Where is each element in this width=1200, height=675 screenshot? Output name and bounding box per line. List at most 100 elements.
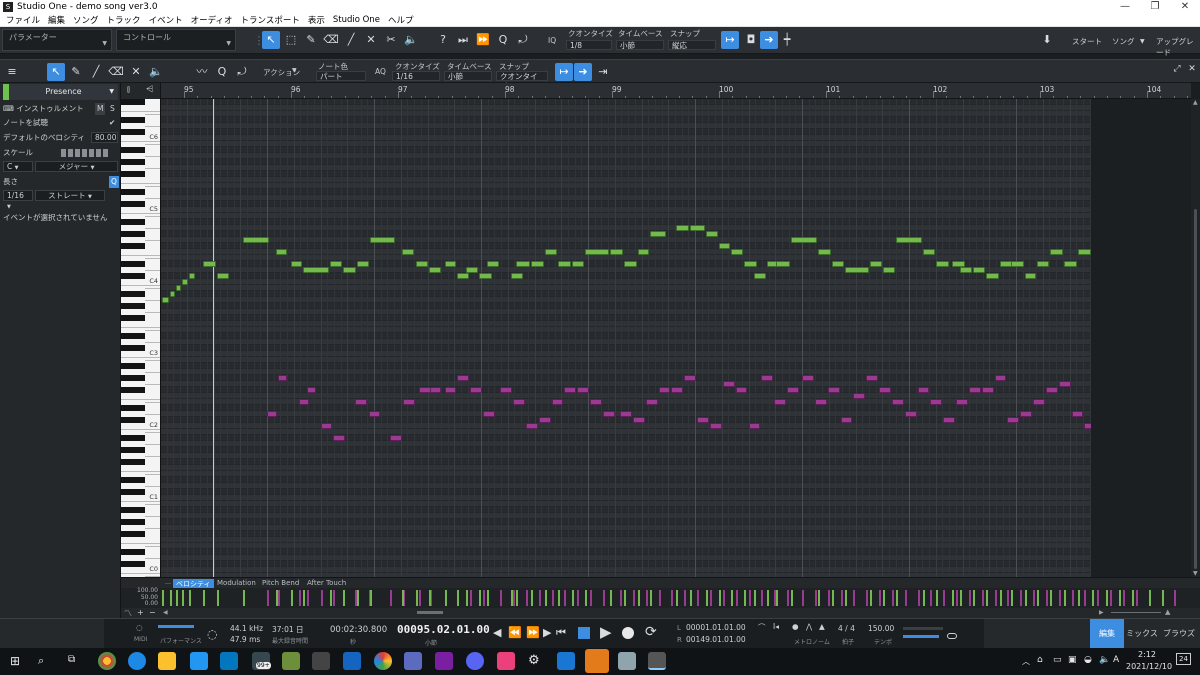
mute-tool-icon[interactable]: ✕ — [127, 63, 145, 81]
accompaniment-note[interactable] — [500, 387, 513, 393]
black-key[interactable] — [121, 363, 145, 369]
black-key[interactable] — [121, 99, 145, 105]
melody-note[interactable] — [986, 273, 999, 279]
black-key[interactable] — [121, 273, 145, 279]
velocity-bar[interactable] — [620, 590, 623, 606]
app-tile-icon[interactable] — [618, 652, 636, 670]
black-key[interactable] — [121, 447, 145, 453]
velocity-bar[interactable] — [956, 590, 959, 606]
velocity-bar[interactable] — [709, 590, 712, 606]
velocity-bar[interactable] — [1010, 590, 1013, 606]
snap-cursor-icon[interactable]: ➜ — [760, 31, 778, 49]
playhead-line[interactable] — [213, 99, 214, 577]
velocity-bar[interactable] — [1050, 590, 1053, 606]
melody-note[interactable] — [202, 261, 216, 267]
melody-note[interactable] — [330, 261, 342, 267]
black-key[interactable] — [121, 129, 145, 135]
accompaniment-note[interactable] — [891, 399, 904, 405]
melody-note[interactable] — [1037, 261, 1050, 267]
file-explorer-icon[interactable] — [158, 652, 176, 670]
output-level[interactable] — [903, 635, 939, 638]
rewind-icon[interactable]: ⏪ — [508, 626, 522, 639]
black-key[interactable] — [121, 459, 145, 465]
ime-indicator[interactable]: A — [1113, 655, 1119, 665]
accompaniment-note[interactable] — [444, 387, 457, 393]
photos-icon[interactable] — [374, 652, 392, 670]
accompaniment-note[interactable] — [590, 399, 602, 405]
accompaniment-note[interactable] — [968, 387, 981, 393]
output-toggle[interactable] — [947, 633, 957, 639]
eraser-tool-icon[interactable]: ⌫ — [107, 63, 125, 81]
previous-marker-icon[interactable]: ◀ — [493, 626, 501, 639]
accompaniment-note[interactable] — [354, 399, 367, 405]
accompaniment-note[interactable] — [930, 399, 943, 405]
velocity-bar[interactable] — [342, 590, 345, 606]
melody-note[interactable] — [1024, 273, 1037, 279]
menu-audio[interactable]: オーディオ — [187, 14, 237, 26]
position-display[interactable]: 00095.02.01.00 — [397, 623, 490, 636]
accompaniment-note[interactable] — [429, 387, 442, 393]
velocity-bar[interactable] — [986, 590, 989, 606]
menu-help[interactable]: ヘルプ — [384, 14, 418, 26]
loop-end[interactable]: 00149.01.01.00 — [686, 635, 746, 644]
velocity-bar[interactable] — [1105, 590, 1108, 606]
menu-icon[interactable]: ≡ — [3, 63, 21, 81]
edit-page-button[interactable]: 編集 — [1090, 619, 1124, 649]
accompaniment-note[interactable] — [470, 387, 483, 393]
velocity-bar[interactable] — [1123, 590, 1125, 606]
scale-root-select[interactable]: C ▼ — [3, 161, 33, 172]
listen-tool-icon[interactable]: 🔈 — [402, 31, 420, 49]
accompaniment-note[interactable] — [1058, 381, 1071, 387]
black-key[interactable] — [121, 189, 145, 195]
velocity-bar[interactable] — [516, 590, 519, 606]
timeline-ruler[interactable]: 95 96 97 98 99 100 101 102 103 104 — [161, 83, 1191, 99]
velocity-bar[interactable] — [632, 590, 635, 606]
clock-time[interactable]: 2:12 — [1138, 650, 1156, 659]
black-key[interactable] — [121, 477, 145, 483]
velocity-bar[interactable] — [162, 590, 165, 606]
accompaniment-note[interactable] — [525, 423, 538, 429]
vertical-scroll-thumb[interactable] — [1194, 209, 1197, 569]
more-icon[interactable]: … — [165, 579, 171, 586]
velocity-bar[interactable] — [731, 590, 734, 606]
paint-tool-icon[interactable]: ╱ — [87, 63, 105, 81]
velocity-bar[interactable] — [744, 590, 747, 606]
velocity-bar[interactable] — [267, 590, 269, 606]
melody-note[interactable] — [478, 273, 492, 279]
black-key[interactable] — [121, 345, 145, 351]
bend-icon[interactable]: ⤾ — [233, 63, 251, 81]
velocity-bar[interactable] — [879, 590, 882, 606]
minecraft-icon[interactable] — [282, 652, 300, 670]
black-key[interactable] — [121, 489, 145, 495]
melody-note[interactable] — [176, 285, 182, 291]
velocity-bar[interactable] — [478, 590, 481, 606]
velocity-bar[interactable] — [169, 590, 172, 606]
melody-note[interactable] — [1010, 261, 1024, 267]
velocity-bar[interactable] — [943, 590, 946, 606]
arrow-tool-icon[interactable]: ↖ — [47, 63, 65, 81]
accompaniment-note[interactable] — [697, 417, 709, 423]
black-key[interactable] — [121, 291, 145, 297]
velocity-bar[interactable] — [1110, 590, 1113, 606]
tab-after-touch[interactable]: After Touch — [307, 579, 346, 587]
onenote-icon[interactable] — [435, 652, 453, 670]
velocity-bar[interactable] — [1161, 590, 1164, 606]
velocity-bar[interactable] — [299, 590, 302, 606]
velocity-bar[interactable] — [787, 590, 790, 606]
velocity-bar[interactable] — [590, 590, 593, 606]
fold-icon[interactable]: ⩤ — [146, 85, 153, 95]
velocity-bar[interactable] — [735, 590, 738, 606]
time-display[interactable]: 00:02:30.800 — [330, 625, 387, 635]
accompaniment-note[interactable] — [483, 411, 495, 417]
velocity-bar[interactable] — [202, 590, 205, 606]
loop-start[interactable]: 00001.01.01.00 — [686, 623, 746, 632]
browse-page-button[interactable]: ブラウズ — [1162, 619, 1196, 649]
accompaniment-note[interactable] — [320, 423, 333, 429]
melody-note[interactable] — [369, 237, 396, 243]
return-to-zero-icon[interactable]: ⏮ — [556, 626, 566, 640]
snap-select[interactable]: 縦応 — [668, 40, 716, 50]
velocity-bar[interactable] — [1078, 590, 1081, 606]
velocity-bar[interactable] — [584, 590, 587, 606]
melody-note[interactable] — [744, 261, 758, 267]
accompaniment-note[interactable] — [645, 399, 658, 405]
